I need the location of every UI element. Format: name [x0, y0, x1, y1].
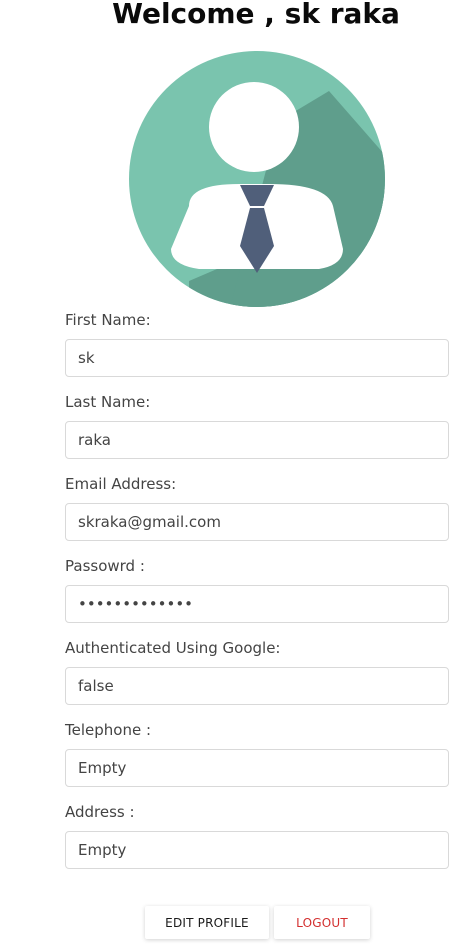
telephone-input[interactable]	[65, 749, 449, 787]
email-label: Email Address:	[65, 475, 177, 493]
telephone-label: Telephone :	[65, 721, 152, 739]
first-name-input[interactable]	[65, 339, 449, 377]
edit-profile-button[interactable]: EDIT PROFILE	[145, 906, 269, 939]
google-auth-label: Authenticated Using Google:	[65, 639, 281, 657]
address-label: Address :	[65, 803, 135, 821]
address-field: Address :	[65, 800, 449, 882]
profile-actions: EDIT PROFILE LOGOUT	[145, 906, 370, 939]
password-label: Passowrd :	[65, 557, 145, 575]
last-name-field: Last Name:	[65, 390, 449, 472]
page-title: Welcome , sk raka	[112, 0, 400, 30]
email-field: Email Address:	[65, 472, 449, 554]
email-input[interactable]	[65, 503, 449, 541]
password-input[interactable]	[65, 585, 449, 623]
password-field: Passowrd :	[65, 554, 449, 636]
logout-button[interactable]: LOGOUT	[274, 906, 370, 939]
user-avatar-icon	[129, 51, 385, 307]
google-auth-field: Authenticated Using Google:	[65, 636, 449, 718]
profile-form: First Name: Last Name: Email Address: Pa…	[65, 308, 449, 882]
first-name-label: First Name:	[65, 311, 151, 329]
address-input[interactable]	[65, 831, 449, 869]
last-name-input[interactable]	[65, 421, 449, 459]
last-name-label: Last Name:	[65, 393, 151, 411]
first-name-field: First Name:	[65, 308, 449, 390]
google-auth-input[interactable]	[65, 667, 449, 705]
telephone-field: Telephone :	[65, 718, 449, 800]
